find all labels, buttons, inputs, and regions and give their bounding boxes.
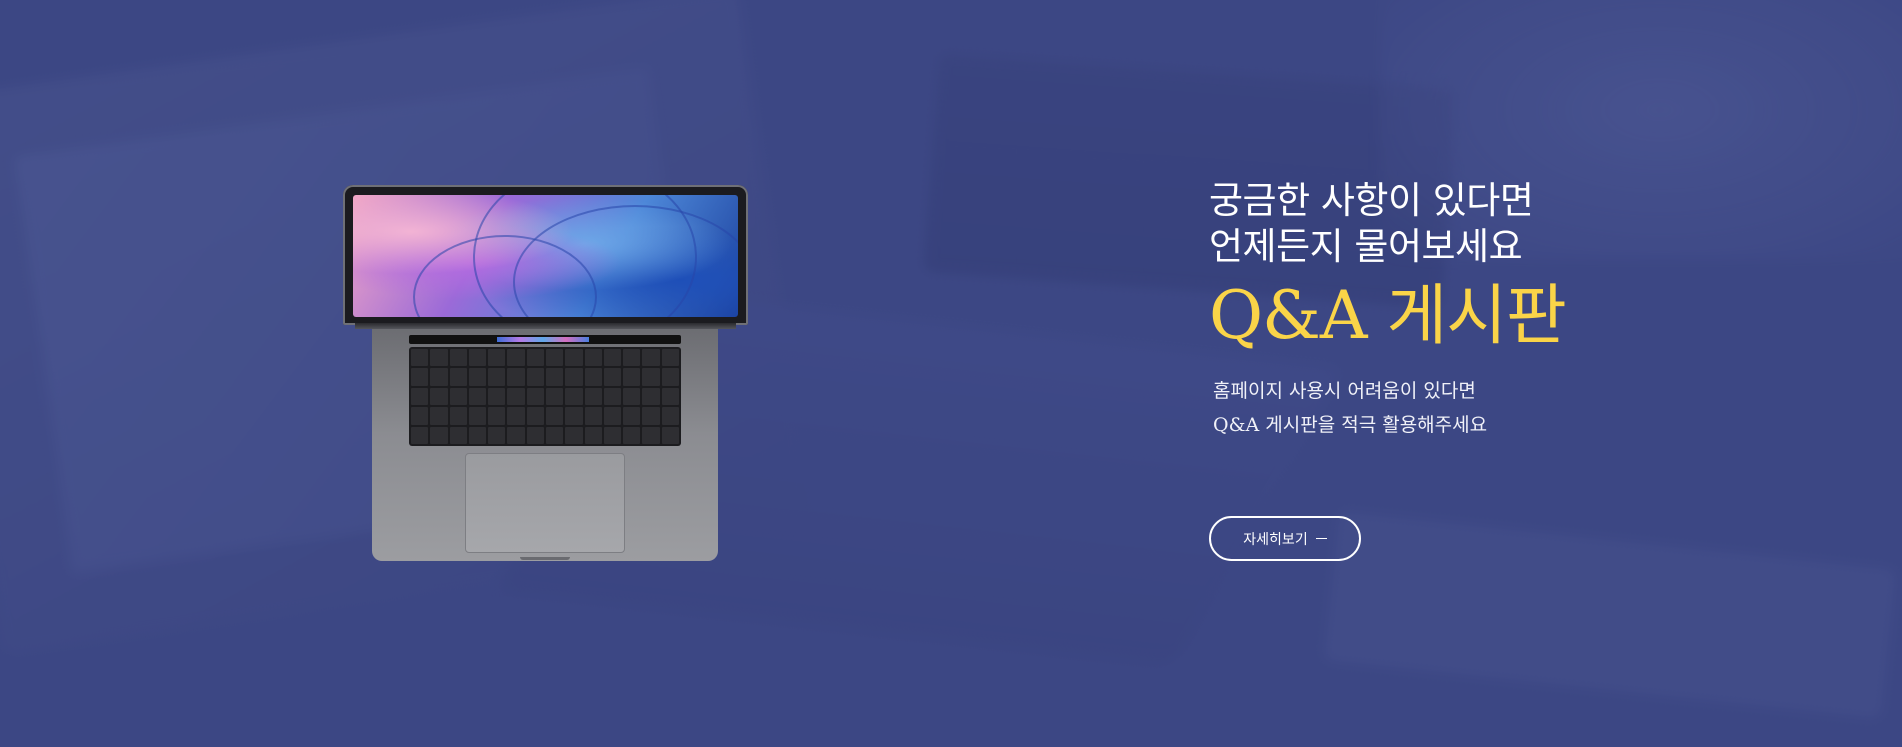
- laptop-key: [661, 407, 679, 425]
- laptop-key: [430, 426, 448, 444]
- laptop-key: [603, 426, 622, 444]
- laptop-key: [430, 368, 448, 386]
- hero-text: 궁금한 사항이 있다면 언제든지 물어보세요 Q&A 게시판 홈페이지 사용시 …: [1209, 178, 1769, 442]
- laptop-key: [430, 387, 448, 406]
- laptop-key: [546, 368, 564, 386]
- laptop-key: [507, 426, 525, 444]
- laptop-key: [411, 368, 429, 386]
- laptop-key: [507, 368, 525, 386]
- hero-headline: 궁금한 사항이 있다면 언제든지 물어보세요: [1209, 178, 1769, 270]
- laptop-key: [449, 368, 467, 386]
- laptop-key: [507, 387, 525, 406]
- laptop-lid: [343, 185, 748, 325]
- dash-arrow-icon: [1315, 538, 1327, 539]
- description-line-1: 홈페이지 사용시 어려움이 있다면: [1213, 380, 1476, 402]
- laptop-key: [468, 407, 487, 425]
- hero-title: Q&A 게시판: [1209, 277, 1567, 354]
- laptop-key: [623, 349, 641, 367]
- laptop-base: [372, 329, 718, 561]
- laptop-key: [623, 407, 641, 425]
- headline-line-2: 언제든지 물어보세요: [1209, 225, 1523, 268]
- laptop-key: [430, 349, 448, 367]
- laptop-key: [584, 368, 602, 386]
- laptop-key: [661, 349, 679, 367]
- laptop-key: [430, 407, 448, 425]
- laptop-key: [565, 368, 583, 386]
- laptop-key: [565, 349, 583, 367]
- laptop-screen: [353, 195, 738, 317]
- laptop-key: [526, 368, 544, 386]
- laptop-key: [449, 426, 467, 444]
- laptop-key: [565, 407, 583, 425]
- view-more-button[interactable]: 자세히보기: [1209, 516, 1361, 561]
- laptop-key: [661, 368, 679, 386]
- laptop-key: [526, 349, 544, 367]
- laptop-touchbar: [409, 335, 681, 344]
- view-more-label: 자세히보기: [1243, 531, 1308, 548]
- laptop-key: [411, 387, 429, 406]
- laptop-key: [661, 426, 679, 444]
- laptop-key: [642, 426, 660, 444]
- laptop-key: [642, 349, 660, 367]
- headline-line-1: 궁금한 사항이 있다면: [1209, 179, 1534, 222]
- laptop-key: [565, 426, 583, 444]
- laptop-key: [642, 368, 660, 386]
- laptop-key: [546, 349, 564, 367]
- description-line-2: Q&A 게시판을 적극 활용해주세요: [1213, 414, 1488, 436]
- laptop-key: [411, 426, 429, 444]
- laptop-key: [449, 407, 467, 425]
- hero-description: 홈페이지 사용시 어려움이 있다면 Q&A 게시판을 적극 활용해주세요: [1213, 374, 1769, 442]
- laptop-key: [623, 368, 641, 386]
- laptop-key: [526, 426, 544, 444]
- laptop-key: [507, 407, 525, 425]
- laptop-key: [411, 407, 429, 425]
- laptop-key: [584, 407, 602, 425]
- laptop-key: [642, 407, 660, 425]
- laptop-key: [642, 387, 660, 406]
- laptop-key: [546, 387, 564, 406]
- laptop-key: [623, 426, 641, 444]
- laptop-key: [468, 387, 487, 406]
- laptop-key: [546, 407, 564, 425]
- laptop-key: [603, 368, 622, 386]
- laptop-key: [526, 407, 544, 425]
- laptop-key: [488, 407, 506, 425]
- laptop-key: [449, 349, 467, 367]
- laptop-key: [584, 349, 602, 367]
- laptop-key: [488, 368, 506, 386]
- laptop-key: [584, 426, 602, 444]
- laptop-key: [584, 387, 602, 406]
- laptop-key: [526, 387, 544, 406]
- laptop-key: [603, 387, 622, 406]
- laptop-key: [488, 387, 506, 406]
- laptop-key: [546, 426, 564, 444]
- laptop-notch: [520, 557, 570, 560]
- laptop-key: [488, 426, 506, 444]
- hero-banner: 궁금한 사항이 있다면 언제든지 물어보세요 Q&A 게시판 홈페이지 사용시 …: [0, 0, 1902, 747]
- laptop-keyboard: [409, 347, 681, 446]
- laptop-trackpad: [465, 453, 625, 553]
- laptop-key: [411, 349, 429, 367]
- laptop-image: [343, 185, 748, 561]
- laptop-key: [661, 387, 679, 406]
- laptop-key: [468, 426, 487, 444]
- laptop-key: [603, 407, 622, 425]
- laptop-key: [623, 387, 641, 406]
- laptop-key: [468, 368, 487, 386]
- laptop-key: [507, 349, 525, 367]
- laptop-key: [565, 387, 583, 406]
- laptop-key: [603, 349, 622, 367]
- laptop-key: [449, 387, 467, 406]
- laptop-key: [488, 349, 506, 367]
- laptop-key: [468, 349, 487, 367]
